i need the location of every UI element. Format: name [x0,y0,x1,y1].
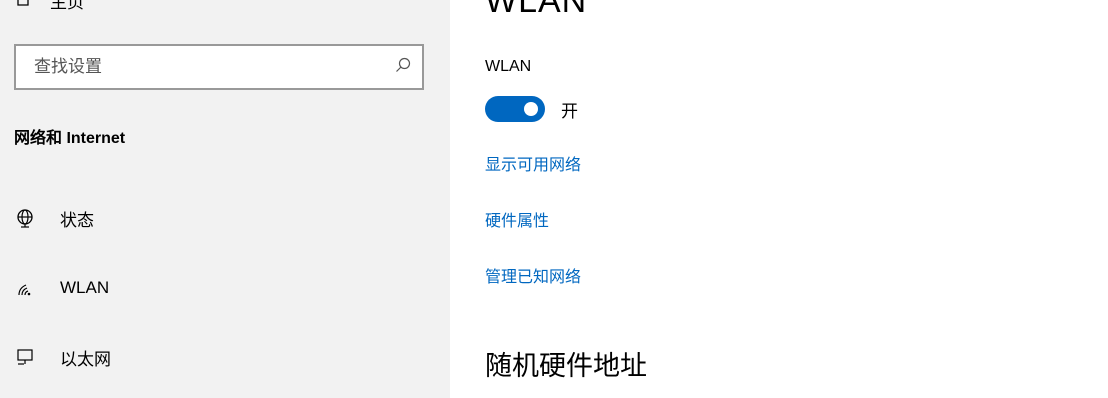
toggle-state-label: 开 [561,101,578,121]
sidebar-item-ethernet[interactable]: 以太网 [14,342,111,372]
search-input[interactable] [32,56,394,78]
wifi-icon [14,277,36,299]
random-hardware-address-heading: 随机硬件地址 [485,351,647,381]
sidebar-item-label: 状态 [60,210,94,230]
sidebar-item-wlan[interactable]: WLAN [14,273,109,303]
manage-known-networks-link[interactable]: 管理已知网络 [485,263,581,287]
wlan-toggle-label: WLAN [485,58,532,75]
main-content [450,0,1108,398]
ethernet-icon [14,346,36,368]
search-icon[interactable] [394,56,412,79]
wlan-toggle[interactable] [485,96,545,122]
show-available-networks-link[interactable]: 显示可用网络 [485,151,581,175]
toggle-knob [524,102,538,116]
home-nav-item[interactable]: 主页 [14,0,84,12]
globe-icon [14,207,36,229]
sidebar: 主页 网络和 Internet 状态 WLAN 以太网 [0,0,450,398]
home-icon [14,0,32,12]
sidebar-item-label: 以太网 [60,349,111,369]
wlan-toggle-row: 开 [485,96,578,122]
page-title: WLAN [485,0,588,20]
sidebar-item-status[interactable]: 状态 [14,203,94,233]
search-box[interactable] [14,44,424,90]
sidebar-item-label: WLAN [60,278,110,297]
hardware-properties-link[interactable]: 硬件属性 [485,207,549,231]
home-label: 主页 [50,0,84,12]
section-title: 网络和 Internet [14,130,126,147]
